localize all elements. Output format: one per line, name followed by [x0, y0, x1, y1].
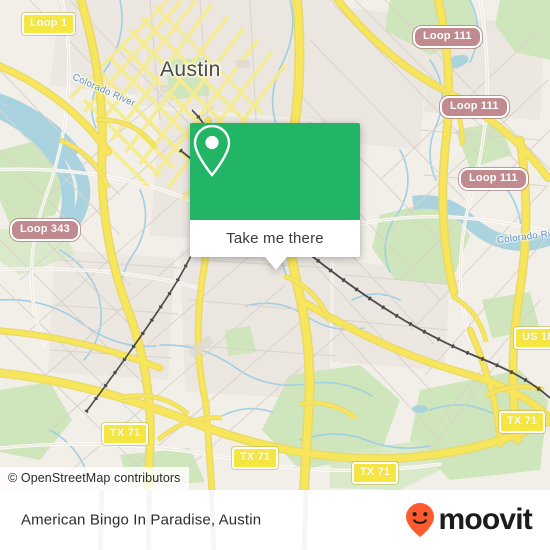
- road-shield-loop-111[interactable]: Loop 111: [413, 26, 482, 48]
- moovit-logo[interactable]: moovit: [405, 502, 533, 538]
- popup-footer[interactable]: Take me there: [190, 220, 360, 257]
- osm-attribution[interactable]: © OpenStreetMap contributors: [0, 467, 189, 490]
- road-shield-tx-71[interactable]: TX 71: [232, 447, 279, 469]
- moovit-wordmark: moovit: [438, 503, 532, 536]
- popup-pointer: [265, 257, 287, 270]
- road-shield-loop-343[interactable]: Loop 343: [10, 219, 80, 241]
- popup-header: [190, 123, 360, 220]
- city-label-austin: Austin: [160, 58, 221, 81]
- map-pin-icon: [193, 124, 231, 177]
- road-shield-loop-111[interactable]: Loop 111: [459, 168, 528, 190]
- take-me-there-label: Take me there: [226, 230, 324, 247]
- road-shield-us-183[interactable]: US 183: [514, 327, 550, 349]
- road-shield-tx-71[interactable]: TX 71: [102, 423, 149, 445]
- road-shield-tx-71[interactable]: TX 71: [499, 411, 546, 433]
- road-shield-tx-71[interactable]: TX 71: [352, 462, 399, 484]
- footer-bar: American Bingo In Paradise, Austin moovi…: [0, 490, 550, 550]
- map-canvas[interactable]: Austin Colorado River Colorado River Loo…: [0, 0, 550, 490]
- place-title: American Bingo In Paradise, Austin: [21, 511, 262, 529]
- road-shield-loop-111[interactable]: Loop 111: [440, 96, 509, 118]
- moovit-pin-smiley-icon: [406, 503, 435, 537]
- take-me-there-popup[interactable]: Take me there: [190, 123, 360, 270]
- road-shield-loop-1[interactable]: Loop 1: [22, 13, 76, 35]
- moovit-map-page: Austin Colorado River Colorado River Loo…: [0, 0, 550, 550]
